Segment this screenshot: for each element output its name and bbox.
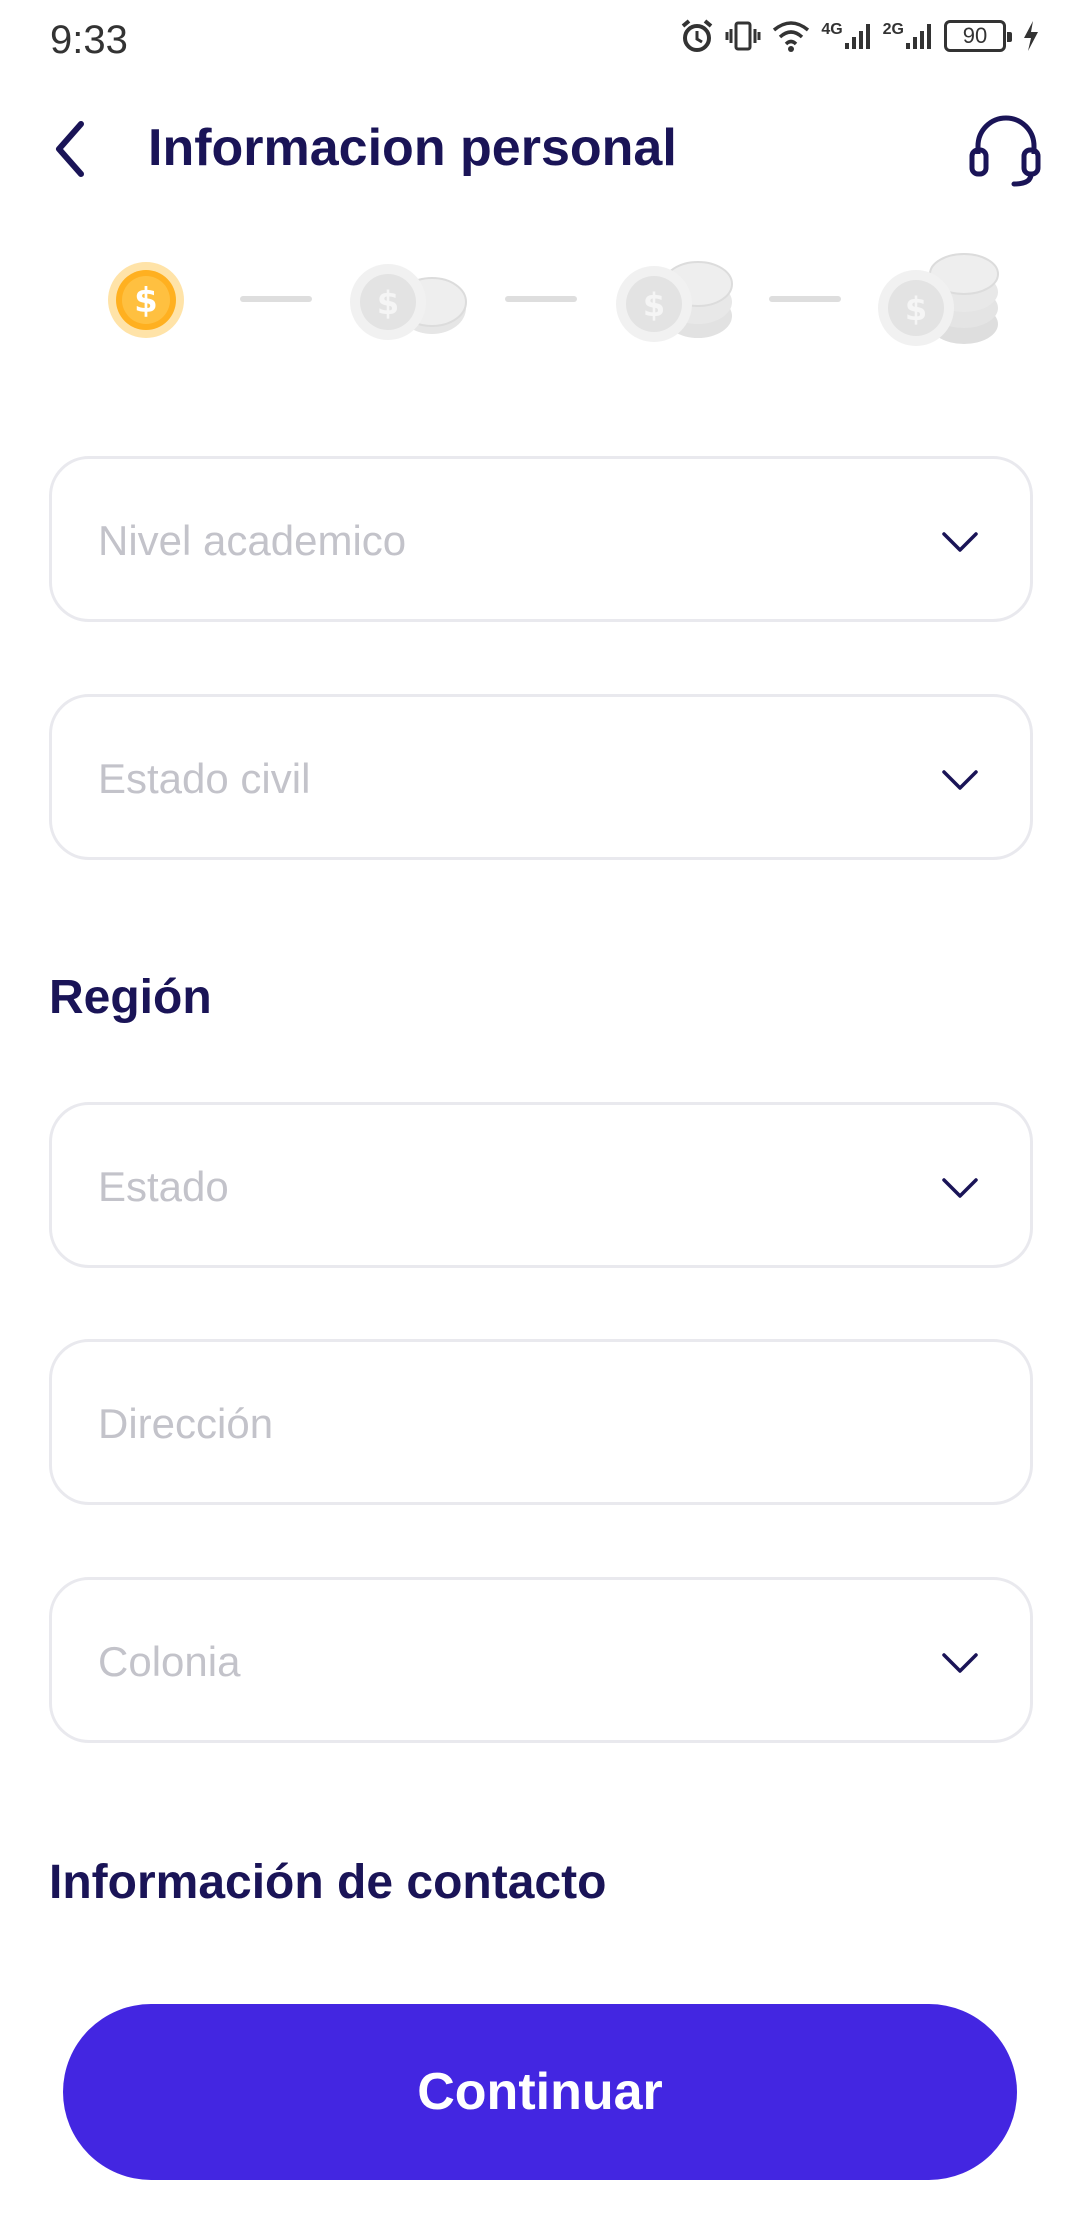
wifi-icon	[773, 21, 810, 52]
nivel-academico-select[interactable]: Nivel academico	[49, 456, 1033, 622]
svg-text:$: $	[905, 290, 927, 328]
network-4g-label: 4G	[821, 21, 843, 38]
direccion-field[interactable]	[49, 1339, 1033, 1505]
step-3-coins-icon: $	[616, 261, 733, 342]
estado-civil-select[interactable]: Estado civil	[49, 694, 1033, 860]
support-button[interactable]	[966, 110, 1046, 190]
alarm-icon	[682, 19, 713, 52]
direccion-input[interactable]	[98, 1400, 958, 1448]
colonia-placeholder: Colonia	[98, 1638, 241, 1685]
headset-icon	[969, 115, 1041, 187]
battery-level: 90	[962, 23, 988, 48]
estado-select[interactable]: Estado	[49, 1102, 1033, 1268]
svg-text:$: $	[377, 284, 399, 322]
network-2g-signal: 2G	[883, 21, 934, 51]
chevron-down-icon	[942, 1653, 978, 1673]
network-4g-signal: 4G	[821, 21, 872, 51]
signal-icon	[844, 24, 870, 49]
svg-text:$: $	[134, 281, 158, 321]
chevron-down-icon	[942, 1178, 978, 1198]
network-2g-label: 2G	[882, 21, 904, 38]
region-section-title: Región	[49, 971, 212, 1024]
battery-indicator: 90	[944, 20, 1012, 52]
estado-civil-placeholder: Estado civil	[98, 755, 311, 802]
page-title: Informacion personal	[148, 119, 677, 177]
signal-icon	[906, 24, 931, 49]
status-bar: 9:33 4G 2G 90	[0, 0, 1080, 80]
charging-icon	[1024, 21, 1038, 51]
app-header: Informacion personal	[0, 100, 1080, 200]
svg-text:$: $	[643, 286, 665, 324]
continue-button[interactable]: Continuar	[63, 2004, 1017, 2180]
nivel-academico-placeholder: Nivel academico	[98, 517, 407, 564]
contact-section-title: Información de contacto	[49, 1856, 607, 1909]
colonia-select[interactable]: Colonia	[49, 1577, 1033, 1743]
step-connector	[505, 296, 577, 302]
estado-placeholder: Estado	[98, 1163, 229, 1210]
step-connector	[240, 296, 312, 302]
step-1-coin-icon: $	[108, 262, 184, 338]
progress-steps: $ $ $ $	[0, 250, 1080, 350]
status-icons: 4G 2G 90	[679, 18, 1040, 54]
step-4-coins-icon: $	[878, 253, 999, 346]
chevron-down-icon	[942, 770, 978, 790]
vibrate-icon	[725, 21, 761, 51]
status-time: 9:33	[50, 18, 128, 62]
step-2-coins-icon: $	[350, 264, 467, 340]
back-button[interactable]	[40, 114, 100, 184]
chevron-down-icon	[942, 532, 978, 552]
chevron-left-icon	[56, 121, 84, 177]
step-connector	[769, 296, 841, 302]
